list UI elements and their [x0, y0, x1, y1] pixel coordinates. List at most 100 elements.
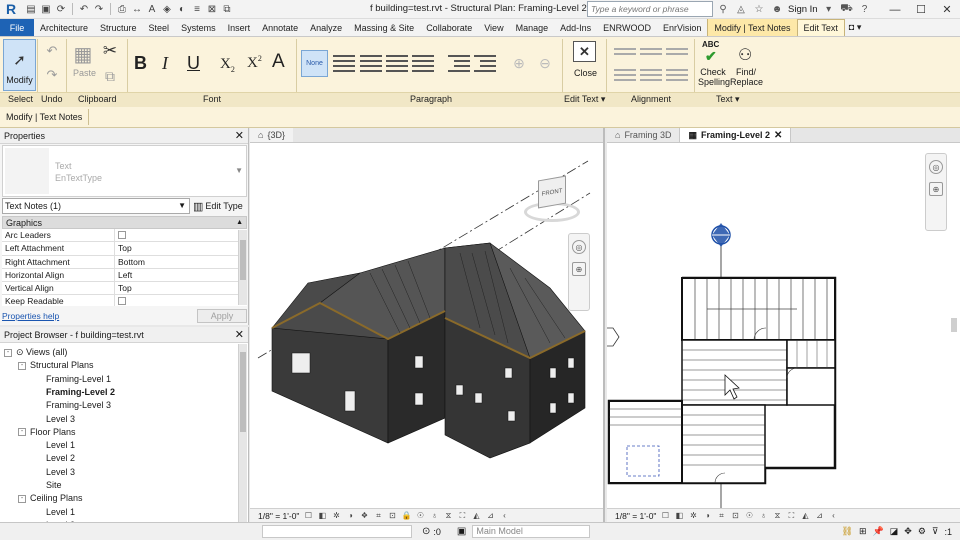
sync-status-icon[interactable]: ⊙: [422, 526, 430, 537]
crop-view-icon[interactable]: ⌗: [716, 511, 726, 521]
type-selector[interactable]: Text EnTextType ▼: [2, 145, 247, 197]
view-scale-3d[interactable]: 1/8" = 1'-0": [258, 511, 299, 521]
browser-view-item[interactable]: Site: [46, 479, 62, 492]
tab-3d-view[interactable]: ⌂ {3D}: [250, 128, 293, 142]
viewcube-front-face[interactable]: FRONT: [538, 175, 566, 209]
cut-icon[interactable]: ✂: [100, 41, 120, 61]
close-window-button[interactable]: ✕: [934, 0, 960, 19]
reveal-hidden-icon[interactable]: ♁: [758, 511, 768, 521]
collapse-icon[interactable]: ▲: [236, 219, 243, 226]
temporary-hide-icon[interactable]: ☉: [744, 511, 754, 521]
lock-view-icon[interactable]: 🔒: [401, 511, 411, 521]
edit-type-button[interactable]: ▥ Edit Type: [193, 198, 243, 214]
tab-add-ins[interactable]: Add-Ins: [554, 19, 597, 36]
constraints-icon[interactable]: ⊿: [485, 511, 495, 521]
plan-scroll-indicator[interactable]: [950, 298, 959, 358]
prop-value[interactable]: Bottom: [115, 255, 247, 268]
analytical-model-icon[interactable]: ⛶: [457, 511, 467, 521]
paste-icon[interactable]: ▦: [72, 40, 94, 68]
decrease-indent-icon[interactable]: [448, 52, 470, 74]
prop-value[interactable]: Top: [115, 242, 247, 255]
tab-annotate[interactable]: Annotate: [256, 19, 304, 36]
help-icon[interactable]: ?: [858, 2, 872, 16]
switch-windows-icon[interactable]: ⧉: [220, 2, 234, 16]
undo-icon[interactable]: ↶: [77, 2, 91, 16]
align-top-icon[interactable]: [614, 40, 636, 62]
tab-architecture[interactable]: Architecture: [34, 19, 94, 36]
properties-scrollbar[interactable]: [238, 230, 247, 305]
browser-view-item[interactable]: Framing-Level 2: [46, 386, 115, 399]
browser-view-item[interactable]: Framing-Level 3: [46, 399, 111, 412]
view-scale-plan[interactable]: 1/8" = 1'-0": [615, 511, 656, 521]
copy-icon[interactable]: ⧉: [100, 67, 120, 85]
increase-indent-icon[interactable]: [474, 52, 496, 74]
workset-field[interactable]: [262, 525, 412, 538]
apply-button[interactable]: Apply: [197, 308, 247, 323]
browser-scrollbar[interactable]: [238, 344, 247, 522]
zoom-icon[interactable]: ⊕: [929, 182, 943, 196]
temporary-hide-icon[interactable]: ☉: [415, 511, 425, 521]
decrement-list-icon[interactable]: ⊖: [534, 52, 556, 74]
scrollbar-thumb[interactable]: [240, 240, 246, 280]
subscript-button[interactable]: X2: [220, 56, 235, 74]
drag-elements-icon[interactable]: ✥: [904, 526, 912, 537]
background-process-icon[interactable]: ⚙: [918, 526, 926, 537]
italic-button[interactable]: I: [162, 53, 168, 74]
panel-label-text[interactable]: Text ▾: [716, 94, 740, 105]
sun-path-icon[interactable]: ✲: [331, 511, 341, 521]
prop-row[interactable]: Right Attachment Bottom: [2, 255, 247, 269]
favorites-icon[interactable]: ☆: [752, 2, 766, 16]
close-icon[interactable]: ✕: [235, 328, 244, 341]
panel-label-edit-text[interactable]: Edit Text ▾: [564, 94, 605, 105]
lowercase-letters-icon[interactable]: [386, 52, 408, 74]
align-middle-icon[interactable]: [640, 40, 662, 62]
filter-icon[interactable]: ▣: [457, 526, 466, 537]
prop-row[interactable]: Arc Leaders: [2, 229, 247, 243]
crop-view-icon[interactable]: ⌗: [373, 511, 383, 521]
detail-level-icon[interactable]: ☐: [303, 511, 313, 521]
underline-button[interactable]: U: [187, 53, 200, 74]
tab-view[interactable]: View: [478, 19, 509, 36]
reveal-hidden-icon[interactable]: ♁: [429, 511, 439, 521]
prop-value[interactable]: Top: [115, 282, 247, 295]
align-right-icon[interactable]: [666, 64, 688, 86]
maximize-button[interactable]: ☐: [908, 0, 934, 19]
visual-style-icon[interactable]: ◧: [317, 511, 327, 521]
cart-icon[interactable]: ⛟: [840, 2, 854, 16]
increment-list-icon[interactable]: ⊕: [508, 52, 530, 74]
show-crop-icon[interactable]: ⊡: [730, 511, 740, 521]
browser-view-item[interactable]: Level 3: [46, 466, 75, 479]
tab-insert[interactable]: Insert: [222, 19, 257, 36]
revit-logo[interactable]: R: [2, 1, 20, 18]
prop-value[interactable]: Left: [115, 268, 247, 282]
sync-icon[interactable]: ⟳: [54, 2, 68, 16]
browser-view-item[interactable]: Framing-Level 1: [46, 373, 111, 386]
close-icon[interactable]: ✕: [774, 130, 782, 141]
scrollbar-thumb[interactable]: [240, 352, 246, 432]
select-underlay-icon[interactable]: ⊞: [859, 526, 867, 537]
prop-value[interactable]: [115, 229, 247, 242]
bold-button[interactable]: B: [134, 53, 147, 74]
render-icon[interactable]: ❖: [359, 511, 369, 521]
tab-manage[interactable]: Manage: [510, 19, 555, 36]
print-icon[interactable]: ⎙: [115, 2, 129, 16]
properties-help-link[interactable]: Properties help: [2, 311, 59, 321]
close-icon[interactable]: ✕: [235, 129, 244, 142]
thin-lines-icon[interactable]: ≡: [190, 2, 204, 16]
shadows-icon[interactable]: ◑: [345, 511, 355, 521]
prop-group-graphics[interactable]: Graphics ▲: [2, 216, 247, 229]
tab-modify-text-notes[interactable]: Modify | Text Notes: [707, 19, 797, 36]
tab-framing-level-2[interactable]: ▦ Framing-Level 2 ✕: [680, 128, 792, 142]
tab-steel[interactable]: Steel: [143, 19, 176, 36]
tab-edit-text[interactable]: Edit Text: [796, 19, 845, 36]
open-icon[interactable]: ▤: [24, 2, 38, 16]
minimize-button[interactable]: —: [882, 0, 908, 19]
check-spelling-button[interactable]: Check Spelling: [698, 67, 730, 87]
chevron-down-icon[interactable]: ▾: [822, 2, 836, 16]
tab-file[interactable]: File: [0, 19, 34, 36]
superscript-button[interactable]: X2: [247, 54, 262, 72]
browser-view-item[interactable]: Level 2: [46, 452, 75, 465]
tab-collaborate[interactable]: Collaborate: [420, 19, 478, 36]
3d-view-icon[interactable]: ◈: [160, 2, 174, 16]
prop-value[interactable]: [115, 295, 247, 306]
